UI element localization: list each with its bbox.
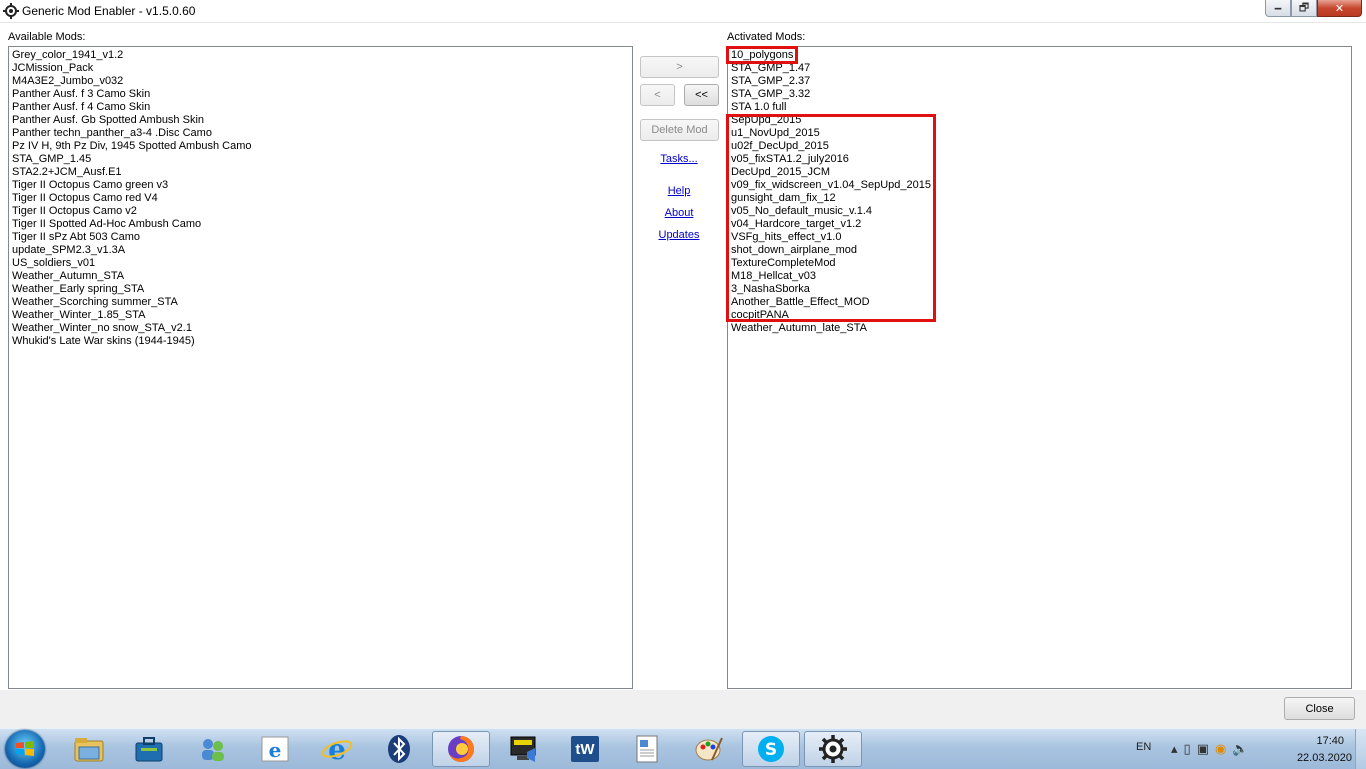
deactivate-all-button[interactable]: << — [684, 84, 719, 106]
bottom-panel — [0, 690, 1366, 728]
tw-app-label: tW — [575, 740, 595, 758]
window-title: Generic Mod Enabler - v1.5.0.60 — [22, 4, 196, 18]
list-item[interactable]: 10_polygons — [728, 49, 1351, 62]
list-item[interactable]: Panther Ausf. Gb Spotted Ambush Skin — [9, 114, 632, 127]
tray-icons: ▴ ▯ ▣ ◉ 🔈 — [1171, 741, 1249, 757]
list-item[interactable]: Weather_Early spring_STA — [9, 283, 632, 296]
list-item[interactable]: Grey_color_1941_v1.2 — [9, 49, 632, 62]
volume-icon[interactable]: 🔈 — [1232, 741, 1248, 757]
toolbox-icon[interactable] — [120, 731, 178, 767]
svg-text:e: e — [269, 738, 282, 762]
list-item[interactable]: Whukid's Late War skins (1944-1945) — [9, 335, 632, 348]
list-item[interactable]: Weather_Winter_1.85_STA — [9, 309, 632, 322]
list-item[interactable]: Tiger II Octopus Camo red V4 — [9, 192, 632, 205]
list-item[interactable]: Panther techn_panther_a3-4 .Disc Camo — [9, 127, 632, 140]
activate-button[interactable]: > — [640, 56, 719, 78]
list-item[interactable]: Tiger II Octopus Camo v2 — [9, 205, 632, 218]
list-item[interactable]: STA_GMP_1.47 — [728, 62, 1351, 75]
minimize-icon[interactable]: 🗕 — [1265, 0, 1291, 17]
updates-link[interactable]: Updates — [639, 229, 719, 241]
list-item[interactable]: STA_GMP_2.37 — [728, 75, 1351, 88]
clock-time[interactable]: 17:40 — [1316, 735, 1344, 747]
language-indicator[interactable]: EN — [1136, 741, 1151, 753]
internet-explorer-icon[interactable]: e — [308, 731, 366, 767]
update-icon[interactable]: ◉ — [1215, 741, 1226, 757]
list-item[interactable]: STA 1.0 full — [728, 101, 1351, 114]
windows-flag-icon — [16, 741, 34, 756]
list-item[interactable]: M4A3E2_Jumbo_v032 — [9, 75, 632, 88]
clock-date[interactable]: 22.03.2020 — [1297, 752, 1352, 764]
network-users-icon[interactable] — [184, 731, 242, 767]
restore-icon[interactable]: 🗗 — [1291, 0, 1317, 17]
media-player-icon[interactable] — [494, 731, 552, 767]
highlight-box — [726, 46, 798, 64]
window-controls: 🗕 🗗 ✕ — [1265, 0, 1362, 18]
settings-gear-icon[interactable] — [804, 731, 862, 767]
help-link[interactable]: Help — [639, 185, 719, 197]
list-item[interactable]: Tiger II Spotted Ad-Hoc Ambush Camo — [9, 218, 632, 231]
network-icon[interactable]: ▣ — [1197, 741, 1209, 757]
list-item[interactable]: STA2.2+JCM_Ausf.E1 — [9, 166, 632, 179]
list-item[interactable]: STA_GMP_1.45 — [9, 153, 632, 166]
svg-text:S: S — [765, 740, 777, 760]
activated-mods-label: Activated Mods: — [727, 31, 806, 43]
gear-icon — [3, 3, 19, 19]
list-item[interactable]: Weather_Autumn_STA — [9, 270, 632, 283]
bluetooth-icon[interactable] — [370, 731, 428, 767]
document-icon[interactable] — [618, 731, 676, 767]
file-explorer-icon[interactable] — [60, 731, 118, 767]
paint-icon[interactable] — [680, 731, 738, 767]
close-icon[interactable]: ✕ — [1317, 0, 1362, 17]
system-tray: EN ▴ ▯ ▣ ◉ 🔈 17:40 22.03.2020 — [1116, 729, 1366, 769]
skype-icon[interactable]: S — [742, 731, 800, 767]
list-item[interactable]: Weather_Autumn_late_STA — [728, 322, 1351, 335]
list-item[interactable]: STA_GMP_3.32 — [728, 88, 1351, 101]
list-item[interactable]: Weather_Scorching summer_STA — [9, 296, 632, 309]
title-bar: Generic Mod Enabler - v1.5.0.60 🗕 🗗 ✕ — [0, 0, 1366, 23]
tw-app-icon[interactable]: tW — [556, 731, 614, 767]
list-item[interactable]: JCMission_Pack — [9, 62, 632, 75]
list-item[interactable]: update_SPM2.3_v1.3A — [9, 244, 632, 257]
list-item[interactable]: Panther Ausf. f 3 Camo Skin — [9, 88, 632, 101]
list-item[interactable]: Panther Ausf. f 4 Camo Skin — [9, 101, 632, 114]
about-link[interactable]: About — [639, 207, 719, 219]
device-icon[interactable]: ▯ — [1184, 741, 1191, 757]
svg-text:e: e — [328, 735, 346, 763]
close-button[interactable]: Close — [1284, 697, 1355, 720]
list-item[interactable]: US_soldiers_v01 — [9, 257, 632, 270]
list-item[interactable]: Pz IV H, 9th Pz Div, 1945 Spotted Ambush… — [9, 140, 632, 153]
list-item[interactable]: Tiger II Octopus Camo green v3 — [9, 179, 632, 192]
start-orb-icon[interactable] — [5, 730, 45, 768]
available-mods-label: Available Mods: — [8, 31, 86, 43]
highlight-box — [726, 114, 936, 322]
firefox-icon[interactable] — [432, 731, 490, 767]
show-hidden-icons-icon[interactable]: ▴ — [1171, 741, 1178, 757]
available-mods-list[interactable]: Grey_color_1941_v1.2 JCMission_Pack M4A3E2… — [8, 46, 633, 689]
list-item[interactable]: Weather_Winter_no snow_STA_v2.1 — [9, 322, 632, 335]
tasks-link[interactable]: Tasks... — [639, 153, 719, 165]
delete-mod-button[interactable]: Delete Mod — [640, 119, 719, 141]
internet-explorer-icon[interactable]: e — [246, 731, 304, 767]
taskbar: e e tW S EN ▴ ▯ ▣ ◉ 🔈 17:40 22.03.2020 — [0, 728, 1366, 769]
deactivate-button[interactable]: < — [640, 84, 675, 106]
show-desktop-button[interactable] — [1355, 729, 1366, 769]
list-item[interactable]: Tiger II sPz Abt 503 Camo — [9, 231, 632, 244]
